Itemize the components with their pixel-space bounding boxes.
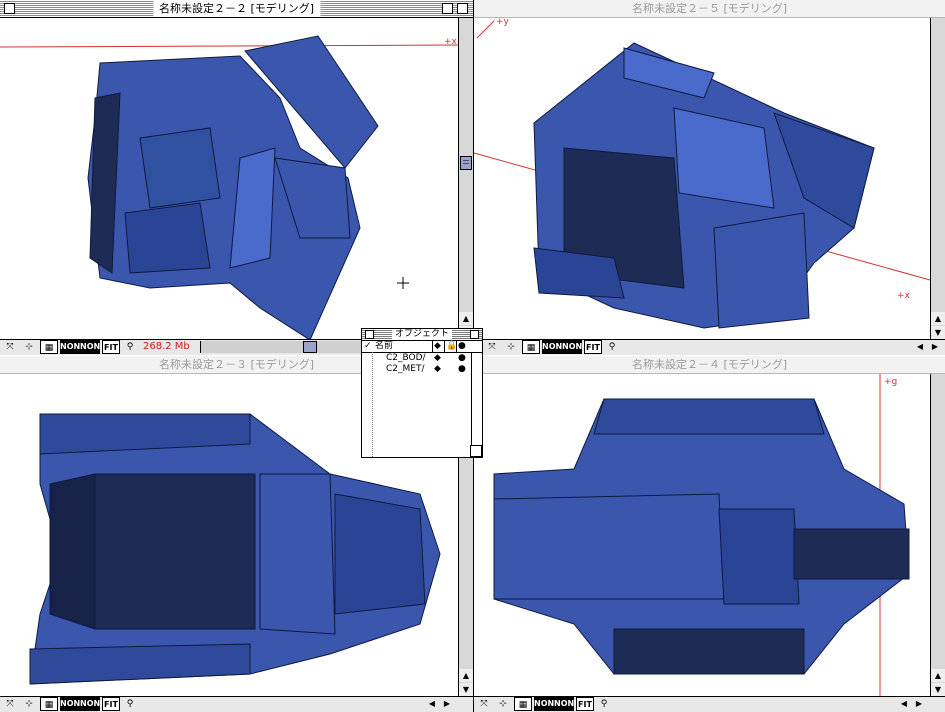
palette-title: オブジェクト [392, 329, 453, 340]
titlebar-top-left[interactable]: 名称未設定２－２ [モデリング] [0, 0, 473, 18]
scroll-right-arrow-icon[interactable]: ▶ [912, 697, 926, 711]
toolbar-top-right: ⤧ ⊹ ▦ NONE NONE FIT ⚲ ◀ ▶ [474, 339, 945, 355]
titlebar-bottom-right[interactable]: 名称未設定２－４ [モデリング] [474, 356, 945, 374]
window-top-right[interactable]: 名称未設定２－５ [モデリング] +x +y ▲ ▼ ⤧ ⊹ ▦ NONE NO… [474, 0, 945, 355]
window-title: 名称未設定２－５ [モデリング] [625, 1, 794, 16]
transform-tool-icon[interactable]: ⤧ [2, 697, 18, 711]
palette-scrollbar[interactable] [471, 352, 482, 446]
axis-tool-icon[interactable]: ⊹ [494, 697, 512, 711]
toolbar-bottom-left: ⤧ ⊹ ▦ NONE NONE FIT ⚲ ◀ ▶ [0, 696, 473, 712]
transform-tool-icon[interactable]: ⤧ [476, 697, 492, 711]
memory-icon: ⚲ [600, 699, 608, 709]
fit-button[interactable]: FIT [584, 340, 602, 354]
column-name[interactable]: 名前 [375, 341, 393, 352]
transform-tool-icon[interactable]: ⤧ [484, 340, 500, 354]
fit-button[interactable]: FIT [102, 697, 120, 711]
render-column-icon[interactable]: ● [458, 341, 466, 352]
window-title: 名称未設定２－２ [モデリング] [152, 1, 321, 16]
toolbar-bottom-right: ⤧ ⊹ ▦ NONE NONE FIT ⚲ ◀ ▶ [474, 696, 945, 712]
scroll-down-arrow-icon[interactable]: ▼ [931, 326, 945, 339]
memory-icon: ⚲ [608, 342, 616, 352]
none-toggle-2[interactable]: NONE [80, 697, 106, 711]
scroll-right-arrow-icon[interactable]: ▶ [928, 340, 942, 354]
model-view-top: +x [0, 35, 458, 339]
transform-tool-icon[interactable]: ⤧ [2, 340, 18, 354]
scroll-down-arrow-icon[interactable]: ▼ [459, 683, 473, 696]
palette-grow-box-icon[interactable] [470, 445, 482, 457]
scroll-left-arrow-icon[interactable]: ◀ [897, 697, 911, 711]
none-toggle-1[interactable]: NONE [60, 697, 86, 711]
visibility-diamond-icon[interactable]: ◆ [434, 364, 441, 375]
vertical-scrollbar-top-left[interactable]: ▲ ▼ [458, 18, 473, 339]
axis-x-label: +x [444, 37, 458, 47]
visibility-diamond-icon[interactable]: ◆ [434, 353, 441, 364]
grid-toggle-icon[interactable]: ▦ [40, 697, 58, 711]
none-toggle-2[interactable]: NONE [554, 697, 580, 711]
hierarchy-dotted-line [372, 352, 373, 457]
window-title: 名称未設定２－４ [モデリング] [625, 357, 794, 372]
scroll-up-arrow-icon[interactable]: ▲ [459, 669, 473, 682]
viewport-top[interactable]: +x [0, 18, 458, 339]
close-box-icon[interactable] [4, 3, 15, 14]
window-top-left[interactable]: 名称未設定２－２ [モデリング] +x ▲ ▼ ⤧ ⊹ ▦ NONE [0, 0, 474, 355]
object-row[interactable]: C2_MET/ ◆ ● [362, 364, 482, 375]
crosshair-icon [397, 277, 409, 289]
axis-label: +g [884, 377, 897, 387]
h-scroll-thumb[interactable] [303, 341, 317, 353]
scroll-right-arrow-icon[interactable]: ▶ [440, 697, 454, 711]
palette-titlebar[interactable]: オブジェクト [362, 329, 482, 341]
window-bottom-right[interactable]: 名称未設定２－４ [モデリング] +g ▲ ▼ ⤧ ⊹ ▦ NONE NONE … [474, 356, 945, 712]
scroll-up-arrow-icon[interactable]: ▲ [931, 669, 945, 682]
object-row[interactable]: C2_BOD/ ◆ ● [362, 353, 482, 364]
viewport-front[interactable]: +g [474, 374, 930, 696]
check-mark: ✓ [364, 341, 372, 351]
none-toggle-2[interactable]: NONE [562, 340, 588, 354]
scroll-down-arrow-icon[interactable]: ▼ [931, 683, 945, 696]
grid-toggle-icon[interactable]: ▦ [522, 340, 540, 354]
scroll-up-arrow-icon[interactable]: ▲ [459, 312, 473, 325]
scroll-left-arrow-icon[interactable]: ◀ [425, 697, 439, 711]
object-palette[interactable]: オブジェクト ✓ 名前 ◆ 🔒 ● C2_BOD/ ◆ ● C2_MET/ ◆ … [361, 328, 483, 458]
titlebar-top-right[interactable]: 名称未設定２－５ [モデリング] [474, 0, 945, 18]
none-toggle-2[interactable]: NONE [80, 340, 106, 354]
object-name: C2_MET/ [386, 364, 425, 374]
none-toggle-1[interactable]: NONE [542, 340, 568, 354]
scroll-up-arrow-icon[interactable]: ▲ [931, 312, 945, 325]
render-dot-icon[interactable]: ● [458, 353, 466, 364]
grid-toggle-icon[interactable]: ▦ [40, 340, 58, 354]
none-toggle-1[interactable]: NONE [60, 340, 86, 354]
axis-y-label: +y [496, 18, 510, 27]
none-toggle-1[interactable]: NONE [534, 697, 560, 711]
render-dot-icon[interactable]: ● [458, 364, 466, 375]
window-title: 名称未設定２－３ [モデリング] [152, 357, 321, 372]
axis-tool-icon[interactable]: ⊹ [20, 340, 38, 354]
axis-tool-icon[interactable]: ⊹ [502, 340, 520, 354]
zoom-box-icon[interactable] [470, 330, 479, 339]
collapse-box-icon[interactable] [457, 3, 468, 14]
viewport-perspective[interactable]: +x +y [474, 18, 930, 339]
zoom-box-icon[interactable] [442, 3, 453, 14]
axis-x-label: +x [897, 291, 911, 301]
palette-header: ✓ 名前 ◆ 🔒 ● [362, 341, 482, 353]
memory-icon: ⚲ [126, 342, 134, 352]
model-view-perspective: +x +y [474, 18, 930, 329]
close-box-icon[interactable] [365, 330, 374, 339]
axis-tool-icon[interactable]: ⊹ [20, 697, 38, 711]
vertical-scrollbar-top-right[interactable]: ▲ ▼ [930, 18, 945, 339]
memory-readout: 268.2 Mb [143, 341, 190, 352]
model-view-front: +g [493, 374, 910, 696]
fit-button[interactable]: FIT [576, 697, 594, 711]
vertical-scrollbar-bottom-right[interactable]: ▲ ▼ [930, 374, 945, 696]
scroll-thumb[interactable] [460, 156, 472, 170]
grid-toggle-icon[interactable]: ▦ [514, 697, 532, 711]
visibility-column-icon[interactable]: ◆ [434, 341, 441, 352]
fit-button[interactable]: FIT [102, 340, 120, 354]
scroll-left-arrow-icon[interactable]: ◀ [913, 340, 927, 354]
object-name: C2_BOD/ [386, 353, 426, 363]
memory-icon: ⚲ [126, 699, 134, 709]
